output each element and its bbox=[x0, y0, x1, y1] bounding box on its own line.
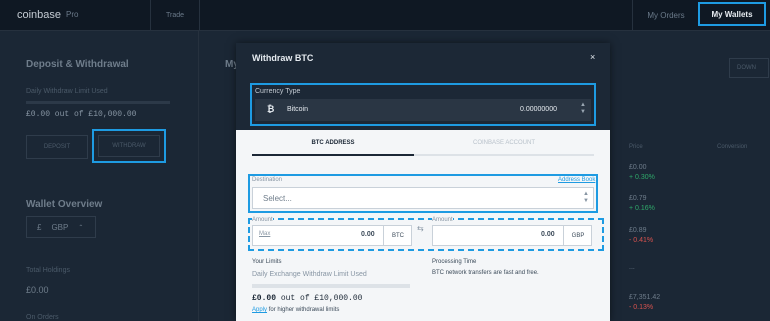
apply-limits-text: Apply for higher withdrawal limits bbox=[252, 307, 339, 313]
total-holdings-label: Total Holdings bbox=[26, 267, 70, 274]
withdraw-button-label: WITHDRAW bbox=[112, 143, 146, 149]
table-row[interactable]: ... bbox=[629, 264, 635, 271]
daily-limit-label: Daily Withdraw Limit Used bbox=[26, 88, 108, 95]
logo-pro-label: Pro bbox=[66, 10, 79, 19]
apply-text: for higher withdrawal limits bbox=[268, 307, 340, 313]
left-panel: Deposit & Withdrawal Daily Withdraw Limi… bbox=[0, 31, 198, 321]
daily-exchange-used: £0.00 bbox=[252, 294, 277, 303]
withdraw-button[interactable]: WITHDRAW bbox=[98, 135, 160, 157]
daily-exchange-rest: out of £10,000.00 bbox=[280, 294, 363, 303]
row-price: £0.00 bbox=[629, 164, 647, 171]
processing-time-text: BTC network transfers are fast and free. bbox=[432, 270, 539, 276]
max-link[interactable]: Max bbox=[259, 231, 270, 237]
your-limits-label: Your Limits bbox=[252, 259, 282, 265]
btc-unit: BTC bbox=[383, 226, 412, 245]
currency-name: Bitcoin bbox=[287, 106, 309, 113]
currency-type-select[interactable]: ₿ Bitcoin 0.00000000 ▲ ▼ bbox=[255, 99, 591, 121]
my-orders-link[interactable]: My Orders bbox=[632, 0, 699, 30]
daily-limit-value: £0.00 out of £10,000.00 bbox=[26, 110, 137, 119]
currency-type-label: Currency Type bbox=[255, 88, 301, 95]
currency-symbol: £ bbox=[37, 222, 42, 232]
deposit-button-label: DEPOSIT bbox=[43, 144, 71, 150]
total-holdings-value: £0.00 bbox=[26, 285, 49, 295]
withdraw-button-highlight: WITHDRAW bbox=[92, 129, 166, 163]
close-icon[interactable]: × bbox=[590, 52, 595, 62]
daily-limit-progress-bar bbox=[26, 101, 170, 104]
modal-header: Withdraw BTC × Currency Type ₿ Bitcoin 0… bbox=[236, 43, 610, 130]
daily-exchange-label: Daily Exchange Withdraw Limit Used bbox=[252, 271, 367, 278]
row-price: ... bbox=[629, 264, 635, 271]
gbp-amount-input[interactable]: 0.00 GBP bbox=[432, 225, 592, 246]
chevron-updown-icon: ▲ ▼ bbox=[583, 191, 589, 204]
amount-label-right: Amount bbox=[432, 217, 453, 223]
coinbase-logo[interactable]: coinbase bbox=[17, 9, 61, 21]
amount-highlight: Amount Amount Max 0.00 BTC ⇆ 0.00 GBP bbox=[248, 217, 604, 251]
conversion-column-header: Conversion bbox=[717, 144, 748, 150]
wallet-overview-title: Wallet Overview bbox=[26, 199, 103, 210]
withdraw-modal: Withdraw BTC × Currency Type ₿ Bitcoin 0… bbox=[236, 43, 610, 321]
table-row[interactable]: £7,351.42 - 0.13% bbox=[629, 294, 660, 311]
table-row[interactable]: £0.79 + 0.16% bbox=[629, 195, 655, 212]
destination-highlight: Destination Address Book Select... ▲ ▼ bbox=[248, 174, 598, 213]
row-price: £0.79 bbox=[629, 195, 647, 202]
download-button[interactable]: DOWN bbox=[729, 58, 769, 78]
table-row[interactable]: £0.00 + 0.30% bbox=[629, 164, 655, 181]
tab-coinbase-account[interactable]: COINBASE ACCOUNT bbox=[414, 140, 594, 156]
chevron-updown-icon: ⌃ bbox=[78, 224, 84, 231]
deposit-button[interactable]: DEPOSIT bbox=[26, 135, 88, 159]
modal-title: Withdraw BTC bbox=[252, 53, 314, 63]
top-navigation-bar: coinbase Pro Trade My Orders My Wallets bbox=[0, 0, 770, 31]
bitcoin-icon: ₿ bbox=[267, 104, 275, 114]
row-price: £7,351.42 bbox=[629, 294, 661, 301]
deposit-withdrawal-title: Deposit & Withdrawal bbox=[26, 59, 129, 70]
currency-balance: 0.00000000 bbox=[520, 106, 557, 113]
row-change: + 0.16% bbox=[629, 205, 655, 212]
amount-label: Amount bbox=[252, 217, 273, 223]
modal-body: BTC ADDRESS COINBASE ACCOUNT Destination… bbox=[236, 130, 610, 321]
gbp-unit: GBP bbox=[563, 226, 592, 245]
on-orders-label: On Orders bbox=[26, 314, 59, 321]
row-change: - 0.13% bbox=[629, 304, 654, 311]
destination-select[interactable]: Select... ▲ ▼ bbox=[252, 187, 594, 209]
chevron-updown-icon: ▲ ▼ bbox=[580, 102, 586, 115]
row-price: £0.89 bbox=[629, 227, 647, 234]
my-wallets-link[interactable]: My Wallets bbox=[698, 2, 766, 26]
swap-arrows-icon[interactable]: ⇆ bbox=[417, 225, 424, 233]
table-row[interactable]: £0.89 - 0.41% bbox=[629, 227, 653, 244]
currency-code: GBP bbox=[51, 222, 69, 232]
destination-placeholder: Select... bbox=[263, 194, 292, 203]
row-change: - 0.41% bbox=[629, 237, 654, 244]
processing-time-label: Processing Time bbox=[432, 259, 477, 265]
btc-amount-input[interactable]: Max 0.00 BTC bbox=[252, 225, 412, 246]
price-column-header: Price bbox=[629, 144, 643, 150]
currency-type-highlight: Currency Type ₿ Bitcoin 0.00000000 ▲ ▼ bbox=[250, 83, 596, 126]
address-book-link[interactable]: Address Book bbox=[558, 177, 595, 183]
currency-select[interactable]: £ GBP ⌃ bbox=[26, 216, 96, 238]
daily-exchange-progress-bar bbox=[252, 284, 410, 288]
apply-link[interactable]: Apply bbox=[252, 307, 267, 313]
btc-amount-value: 0.00 bbox=[361, 231, 375, 238]
tab-btc-address[interactable]: BTC ADDRESS bbox=[252, 140, 414, 156]
gbp-amount-value: 0.00 bbox=[541, 231, 555, 238]
daily-exchange-value: £0.00 out of £10,000.00 bbox=[252, 294, 362, 303]
row-change: + 0.30% bbox=[629, 174, 655, 181]
destination-label: Destination bbox=[252, 177, 283, 183]
trade-tab[interactable]: Trade bbox=[150, 0, 200, 30]
